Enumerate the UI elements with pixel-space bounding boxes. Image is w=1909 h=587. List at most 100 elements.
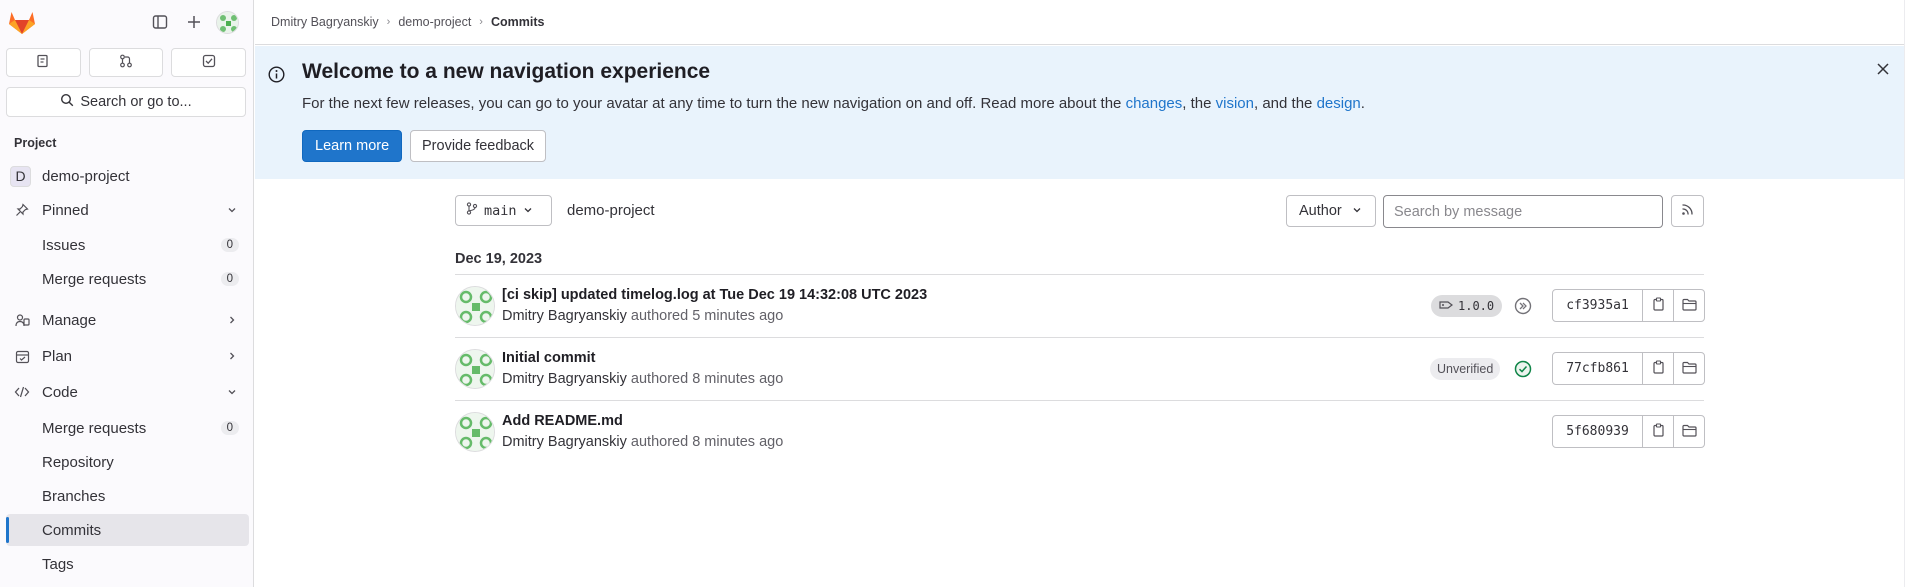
commit-title[interactable]: [ci skip] updated timelog.log at Tue Dec… — [502, 287, 927, 303]
scrollbar-gutter — [1904, 0, 1909, 587]
count-badge: 0 — [220, 272, 239, 286]
folder-icon — [1681, 424, 1697, 440]
close-icon[interactable] — [1876, 62, 1890, 81]
pipeline-passed-icon[interactable] — [1513, 359, 1533, 379]
sidebar-quick-tabs — [6, 48, 247, 77]
sidebar-item-plan[interactable]: Plan — [6, 340, 249, 372]
search-label: Search or go to... — [80, 94, 192, 110]
browse-files-button[interactable] — [1673, 289, 1705, 322]
copy-icon — [1652, 297, 1665, 314]
search-icon — [60, 93, 74, 111]
sidebar-item-merge-requests[interactable]: Merge requests 0 — [6, 263, 249, 295]
sidebar-item-branches[interactable]: Branches — [6, 480, 249, 512]
merge-requests-tab[interactable] — [88, 48, 164, 77]
sidebar-item-issues[interactable]: Issues 0 — [6, 229, 249, 261]
commit-row: [ci skip] updated timelog.log at Tue Dec… — [455, 275, 1705, 338]
sidebar-item-pinned[interactable]: Pinned — [6, 194, 249, 226]
sidebar-item-label: Manage — [42, 311, 97, 329]
design-link[interactable]: design — [1317, 95, 1361, 112]
commit-title[interactable]: Add README.md — [502, 413, 623, 429]
calendar-icon — [12, 346, 32, 366]
banner-text: For the next few releases, you can go to… — [302, 95, 1365, 112]
sidebar-item-label: Tags — [42, 555, 74, 573]
issues-tab[interactable] — [6, 48, 81, 77]
chevron-right-icon: › — [386, 16, 391, 28]
branch-selector[interactable]: main — [455, 195, 552, 226]
chevron-down-icon — [523, 203, 533, 219]
user-avatar[interactable] — [216, 11, 239, 34]
sidebar-item-label: Branches — [42, 487, 106, 505]
commit-author[interactable]: Dmitry Bagryanskiy — [502, 434, 627, 450]
vision-link[interactable]: vision — [1216, 95, 1254, 112]
commit-author-avatar[interactable] — [455, 349, 495, 389]
top-bar: Dmitry Bagryanskiy › demo-project › Comm… — [255, 0, 1909, 45]
project-avatar: D — [10, 165, 31, 187]
commit-sha-group: 77cfb861 — [1552, 352, 1705, 385]
breadcrumb-item-project[interactable]: demo-project — [398, 15, 471, 29]
create-new-icon[interactable] — [184, 12, 204, 32]
changes-link[interactable]: changes — [1126, 95, 1183, 112]
sidebar-item-commits[interactable]: Commits — [6, 514, 249, 546]
sidebar-item-code[interactable]: Code — [6, 376, 249, 408]
sidebar-item-label: Issues — [42, 236, 86, 254]
commit-sha-button[interactable]: cf3935a1 — [1552, 289, 1643, 322]
banner-text-part: , the — [1182, 95, 1216, 112]
sidebar-item-code-merge-requests[interactable]: Merge requests 0 — [6, 412, 249, 444]
search-button[interactable]: Search or go to... — [6, 87, 246, 117]
chevron-down-icon — [227, 202, 237, 219]
folder-icon — [1681, 361, 1697, 377]
count-badge: 0 — [220, 421, 239, 435]
sidebar-item-repository[interactable]: Repository — [6, 446, 249, 478]
count-badge: 0 — [220, 238, 239, 252]
repository-path[interactable]: demo-project — [567, 202, 655, 219]
pipeline-skipped-icon[interactable] — [1513, 296, 1533, 316]
banner-text-part: , and the — [1254, 95, 1317, 112]
gitlab-logo-icon[interactable] — [8, 9, 36, 35]
commit-row: Add README.md Dmitry Bagryanskiy authore… — [455, 401, 1705, 464]
breadcrumb-item-user[interactable]: Dmitry Bagryanskiy — [271, 15, 379, 29]
sidebar-item-tags[interactable]: Tags — [6, 548, 249, 580]
rss-feed-button[interactable] — [1671, 195, 1704, 227]
chevron-down-icon — [1352, 203, 1362, 219]
branch-icon — [466, 202, 478, 219]
code-icon — [12, 382, 32, 402]
commit-row: Initial commit Dmitry Bagryanskiy author… — [455, 338, 1705, 401]
commit-meta: Dmitry Bagryanskiy authored 5 minutes ag… — [502, 308, 783, 324]
browse-files-button[interactable] — [1673, 352, 1705, 385]
commit-sha-group: 5f680939 — [1552, 415, 1705, 448]
commit-sha-button[interactable]: 5f680939 — [1552, 415, 1643, 448]
commit-author-avatar[interactable] — [455, 286, 495, 326]
commit-authored-time: authored 8 minutes ago — [630, 371, 784, 387]
author-dropdown[interactable]: Author — [1286, 195, 1376, 227]
navigation-banner: Welcome to a new navigation experience F… — [255, 46, 1904, 179]
sidebar-item-label: Code — [42, 383, 78, 401]
todos-tab[interactable] — [171, 48, 247, 77]
browse-files-button[interactable] — [1673, 415, 1705, 448]
sidebar-item-manage[interactable]: Manage — [6, 304, 249, 336]
sidebar-item-label: demo-project — [42, 167, 130, 185]
commit-meta: Dmitry Bagryanskiy authored 8 minutes ag… — [502, 371, 783, 387]
copy-sha-button[interactable] — [1642, 289, 1674, 322]
commit-author[interactable]: Dmitry Bagryanskiy — [502, 308, 627, 324]
copy-sha-button[interactable] — [1642, 352, 1674, 385]
copy-sha-button[interactable] — [1642, 415, 1674, 448]
banner-title: Welcome to a new navigation experience — [302, 60, 711, 83]
unverified-badge[interactable]: Unverified — [1430, 358, 1501, 380]
commit-sha-button[interactable]: 77cfb861 — [1552, 352, 1643, 385]
commit-author[interactable]: Dmitry Bagryanskiy — [502, 371, 627, 387]
chevron-right-icon: › — [479, 16, 483, 28]
commit-author-avatar[interactable] — [455, 412, 495, 452]
info-icon — [268, 66, 285, 83]
commit-title[interactable]: Initial commit — [502, 350, 595, 366]
sidebar-toggle-icon[interactable] — [150, 12, 170, 32]
tag-badge[interactable]: 1.0.0 — [1431, 295, 1503, 317]
breadcrumb-item-current[interactable]: Commits — [491, 15, 544, 29]
commit-authored-time: authored 5 minutes ago — [630, 308, 784, 324]
rss-icon — [1681, 203, 1694, 219]
chevron-down-icon — [227, 384, 237, 401]
sidebar-section-title: Project — [14, 136, 57, 150]
sidebar-item-project[interactable]: D demo-project — [6, 160, 249, 192]
learn-more-button[interactable]: Learn more — [302, 130, 403, 162]
search-by-message-input[interactable] — [1383, 195, 1663, 228]
provide-feedback-button[interactable]: Provide feedback — [410, 130, 547, 162]
